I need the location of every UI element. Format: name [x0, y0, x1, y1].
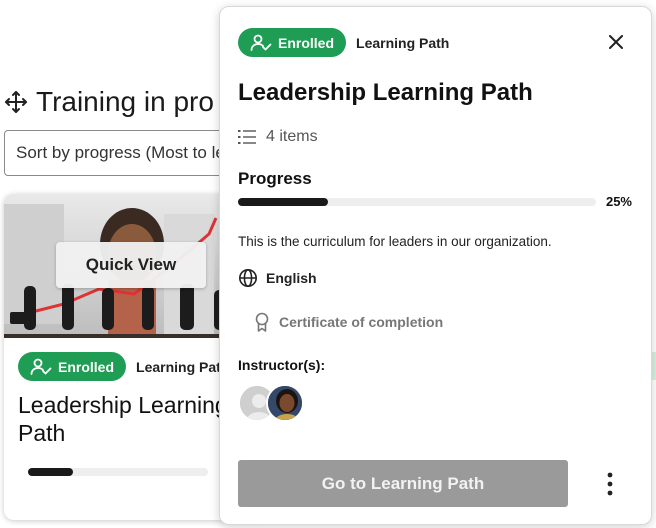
more-options-button[interactable] — [602, 469, 618, 499]
enrolled-label: Enrolled — [278, 34, 335, 51]
panel-badge-row: Enrolled Learning Path — [238, 28, 449, 57]
items-count-row: 4 items — [238, 128, 318, 146]
description: This is the curriculum for leaders in ou… — [238, 234, 552, 249]
instructor-avatars — [238, 384, 318, 424]
sort-select-value: Sort by progress (Most to le — [16, 143, 225, 162]
enrolled-label: Enrolled — [58, 358, 115, 375]
type-label: Learning Path — [136, 358, 230, 375]
type-label: Learning Path — [356, 34, 450, 51]
enrolled-badge: Enrolled — [18, 352, 127, 381]
card-progress-bar — [28, 468, 208, 476]
quick-view-label: Quick View — [85, 255, 177, 274]
go-to-learning-path-label: Go to Learning Path — [321, 473, 485, 493]
instructors-label: Instructor(s): — [238, 357, 326, 373]
avatar[interactable] — [266, 384, 304, 422]
user-check-icon — [250, 34, 272, 51]
more-vertical-icon — [607, 472, 613, 496]
award-ribbon-icon — [255, 312, 269, 332]
certificate-label: Certificate of completion — [279, 314, 444, 330]
enrolled-badge: Enrolled — [238, 28, 347, 57]
panel-progress-fill — [238, 198, 328, 206]
panel-title: Leadership Learning Path — [238, 79, 533, 106]
card-badge-row: Enrolled Learning Path — [18, 352, 229, 381]
progress-label: Progress — [238, 169, 312, 188]
quick-view-button[interactable]: Quick View — [56, 242, 206, 288]
list-icon — [238, 130, 256, 144]
card-progress-fill — [28, 468, 73, 476]
panel-progress-bar — [238, 198, 596, 206]
language-label: English — [266, 270, 317, 286]
close-icon — [609, 35, 623, 49]
course-title[interactable]: Leadership Learning Path — [18, 391, 248, 447]
page-heading: Training in pro — [4, 86, 214, 118]
certificate-row: Certificate of completion — [254, 312, 443, 332]
user-check-icon — [30, 358, 52, 375]
quick-view-panel: Enrolled Learning Path Leadership Learni… — [219, 6, 652, 525]
progress-percent: 25% — [605, 194, 632, 209]
language-row: English — [238, 268, 317, 288]
move-icon[interactable] — [4, 90, 28, 114]
globe-icon — [239, 269, 257, 287]
close-button[interactable] — [605, 31, 627, 53]
page-title: Training in pro — [36, 86, 214, 117]
items-count: 4 items — [266, 128, 318, 145]
go-to-learning-path-button[interactable]: Go to Learning Path — [238, 460, 568, 507]
